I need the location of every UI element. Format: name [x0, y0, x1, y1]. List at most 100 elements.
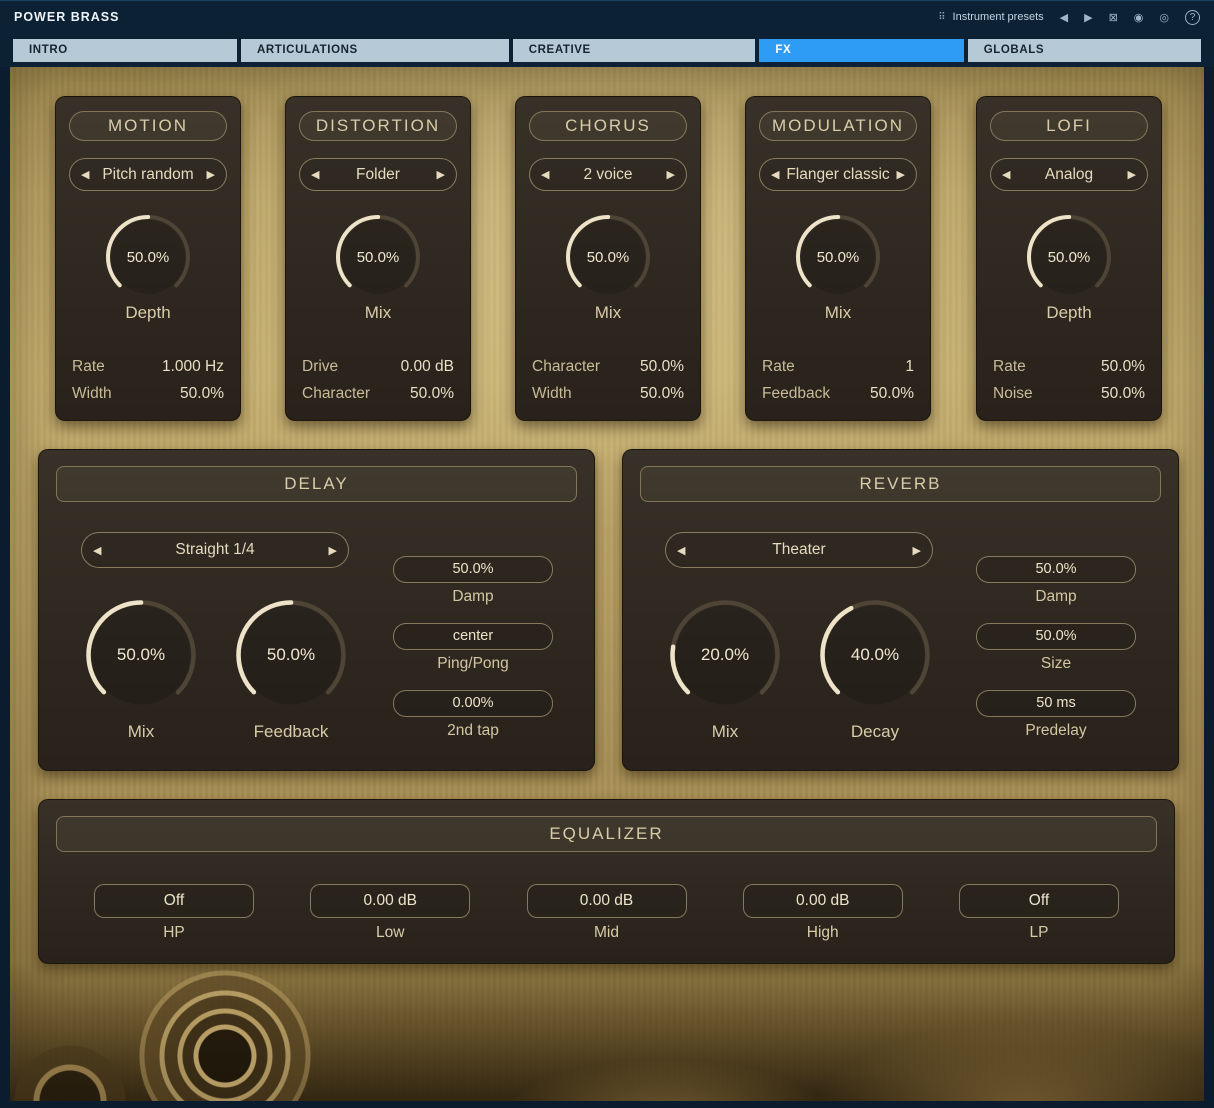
- param-label: Rate: [72, 353, 105, 380]
- chorus-width-value[interactable]: 50.0%: [640, 380, 684, 407]
- delay-sync-selector[interactable]: ◀ Straight 1/4 ▶: [81, 532, 349, 568]
- delay-title-button[interactable]: DELAY: [56, 466, 577, 502]
- motion-params: Rate 1.000 Hz Width 50.0%: [56, 353, 240, 420]
- delay-damp-value[interactable]: 50.0%: [393, 556, 553, 583]
- eq-hp-band: Off HP: [94, 884, 254, 944]
- reverb-damp-value[interactable]: 50.0%: [976, 556, 1136, 583]
- motion-title-button[interactable]: MOTION: [69, 111, 227, 141]
- brass-artwork: [10, 961, 1204, 1101]
- eq-lp-band: Off LP: [959, 884, 1119, 944]
- eq-mid-value[interactable]: 0.00 dB: [527, 884, 687, 918]
- arrow-left-icon[interactable]: ◀: [81, 168, 89, 181]
- reverb-decay-knob[interactable]: 40.0%: [816, 596, 934, 714]
- chorus-character-value[interactable]: 50.0%: [640, 353, 684, 380]
- instrument-presets-button[interactable]: ⠿ Instrument presets: [938, 11, 1043, 23]
- delay-2ndtap-field: 0.00% 2nd tap: [393, 690, 553, 742]
- arrow-right-icon[interactable]: ▶: [329, 544, 337, 557]
- lofi-rate-value[interactable]: 50.0%: [1101, 353, 1145, 380]
- arrow-right-icon[interactable]: ▶: [207, 168, 215, 181]
- tab-intro[interactable]: INTRO: [13, 39, 237, 62]
- knob-label: Depth: [1046, 303, 1091, 323]
- lofi-type-value: Analog: [1045, 166, 1093, 184]
- equalizer-bands: Off HP 0.00 dB Low 0.00 dB Mid 0.00 dB H…: [94, 884, 1119, 944]
- tab-fx[interactable]: FX: [759, 39, 963, 62]
- motion-width-value[interactable]: 50.0%: [180, 380, 224, 407]
- arrow-left-icon[interactable]: ◀: [677, 544, 685, 557]
- next-preset-icon[interactable]: ▶: [1084, 11, 1092, 24]
- arrow-left-icon[interactable]: ◀: [541, 168, 549, 181]
- reverb-type-selector[interactable]: ◀ Theater ▶: [665, 532, 933, 568]
- distortion-title-button[interactable]: DISTORTION: [299, 111, 457, 141]
- reverb-title-button[interactable]: REVERB: [640, 466, 1161, 502]
- lofi-title-button[interactable]: LOFI: [990, 111, 1148, 141]
- eye-icon[interactable]: ◎: [1159, 11, 1169, 24]
- tab-articulations[interactable]: ARTICULATIONS: [241, 39, 509, 62]
- knob-value: 50.0%: [267, 645, 315, 665]
- delay-2ndtap-value[interactable]: 0.00%: [393, 690, 553, 717]
- knob-label: Mix: [595, 303, 621, 323]
- knob-value: 50.0%: [357, 249, 400, 266]
- fx-panel-delay: DELAY ◀ Straight 1/4 ▶ 50.0% Mix: [38, 449, 595, 771]
- chorus-title-button[interactable]: CHORUS: [529, 111, 687, 141]
- chorus-mix-knob[interactable]: 50.0%: [562, 211, 654, 303]
- app-title: POWER BRASS: [14, 10, 119, 24]
- reverb-mix-knob[interactable]: 20.0%: [666, 596, 784, 714]
- knob-label: Feedback: [254, 722, 329, 742]
- delay-mix-knob[interactable]: 50.0%: [82, 596, 200, 714]
- modulation-title-button[interactable]: MODULATION: [759, 111, 917, 141]
- fx-panel-reverb: REVERB ◀ Theater ▶ 20.0% Mix: [622, 449, 1179, 771]
- arrow-left-icon[interactable]: ◀: [93, 544, 101, 557]
- motion-type-selector[interactable]: ◀ Pitch random ▶: [69, 158, 227, 191]
- lofi-depth-knob[interactable]: 50.0%: [1023, 211, 1115, 303]
- field-label: High: [743, 924, 903, 944]
- delay-sync-value: Straight 1/4: [175, 541, 254, 559]
- distortion-drive-value[interactable]: 0.00 dB: [401, 353, 454, 380]
- motion-depth-knob[interactable]: 50.0%: [102, 211, 194, 303]
- knob-label: Mix: [825, 303, 851, 323]
- arrow-left-icon[interactable]: ◀: [1002, 168, 1010, 181]
- equalizer-title-button[interactable]: EQUALIZER: [56, 816, 1157, 852]
- arrow-right-icon[interactable]: ▶: [437, 168, 445, 181]
- arrow-right-icon[interactable]: ▶: [897, 168, 905, 181]
- eq-high-value[interactable]: 0.00 dB: [743, 884, 903, 918]
- eq-low-value[interactable]: 0.00 dB: [310, 884, 470, 918]
- eq-lp-value[interactable]: Off: [959, 884, 1119, 918]
- lofi-type-selector[interactable]: ◀ Analog ▶: [990, 158, 1148, 191]
- delay-pingpong-value[interactable]: center: [393, 623, 553, 650]
- delay-damp-field: 50.0% Damp: [393, 556, 553, 608]
- arrow-right-icon[interactable]: ▶: [913, 544, 921, 557]
- reverb-predelay-value[interactable]: 50 ms: [976, 690, 1136, 717]
- modulation-feedback-value[interactable]: 50.0%: [870, 380, 914, 407]
- distortion-type-selector[interactable]: ◀ Folder ▶: [299, 158, 457, 191]
- distortion-character-value[interactable]: 50.0%: [410, 380, 454, 407]
- arrow-left-icon[interactable]: ◀: [311, 168, 319, 181]
- knob-label: Mix: [365, 303, 391, 323]
- modulation-type-selector[interactable]: ◀ Flanger classic ▶: [759, 158, 917, 191]
- delay-feedback-knob[interactable]: 50.0%: [232, 596, 350, 714]
- arrow-right-icon[interactable]: ▶: [1128, 168, 1136, 181]
- modulation-mix-knob[interactable]: 50.0%: [792, 211, 884, 303]
- reverb-damp-field: 50.0% Damp: [976, 556, 1136, 608]
- tab-globals[interactable]: GLOBALS: [968, 39, 1201, 62]
- record-icon[interactable]: ◉: [1134, 11, 1144, 24]
- tab-creative[interactable]: CREATIVE: [513, 39, 756, 62]
- knob-label: Mix: [712, 722, 738, 742]
- help-icon[interactable]: ?: [1185, 10, 1200, 25]
- chorus-type-selector[interactable]: ◀ 2 voice ▶: [529, 158, 687, 191]
- distortion-mix-knob[interactable]: 50.0%: [332, 211, 424, 303]
- lofi-noise-value[interactable]: 50.0%: [1101, 380, 1145, 407]
- prev-preset-icon[interactable]: ◀: [1060, 11, 1068, 24]
- motion-rate-value[interactable]: 1.000 Hz: [162, 353, 224, 380]
- reverb-size-value[interactable]: 50.0%: [976, 623, 1136, 650]
- presets-label: Instrument presets: [953, 11, 1044, 23]
- fx-panel-lofi: LOFI ◀ Analog ▶ 50.0% Depth Rate 50.0%: [976, 96, 1162, 421]
- presets-grid-icon: ⠿: [938, 12, 945, 23]
- eq-hp-value[interactable]: Off: [94, 884, 254, 918]
- modulation-rate-value[interactable]: 1: [905, 353, 914, 380]
- output-icon[interactable]: ⊠: [1109, 11, 1118, 24]
- arrow-right-icon[interactable]: ▶: [667, 168, 675, 181]
- arrow-left-icon[interactable]: ◀: [771, 168, 779, 181]
- knob-value: 50.0%: [127, 249, 170, 266]
- param-row: Rate 1.000 Hz: [56, 353, 240, 380]
- delay-pingpong-field: center Ping/Pong: [393, 623, 553, 675]
